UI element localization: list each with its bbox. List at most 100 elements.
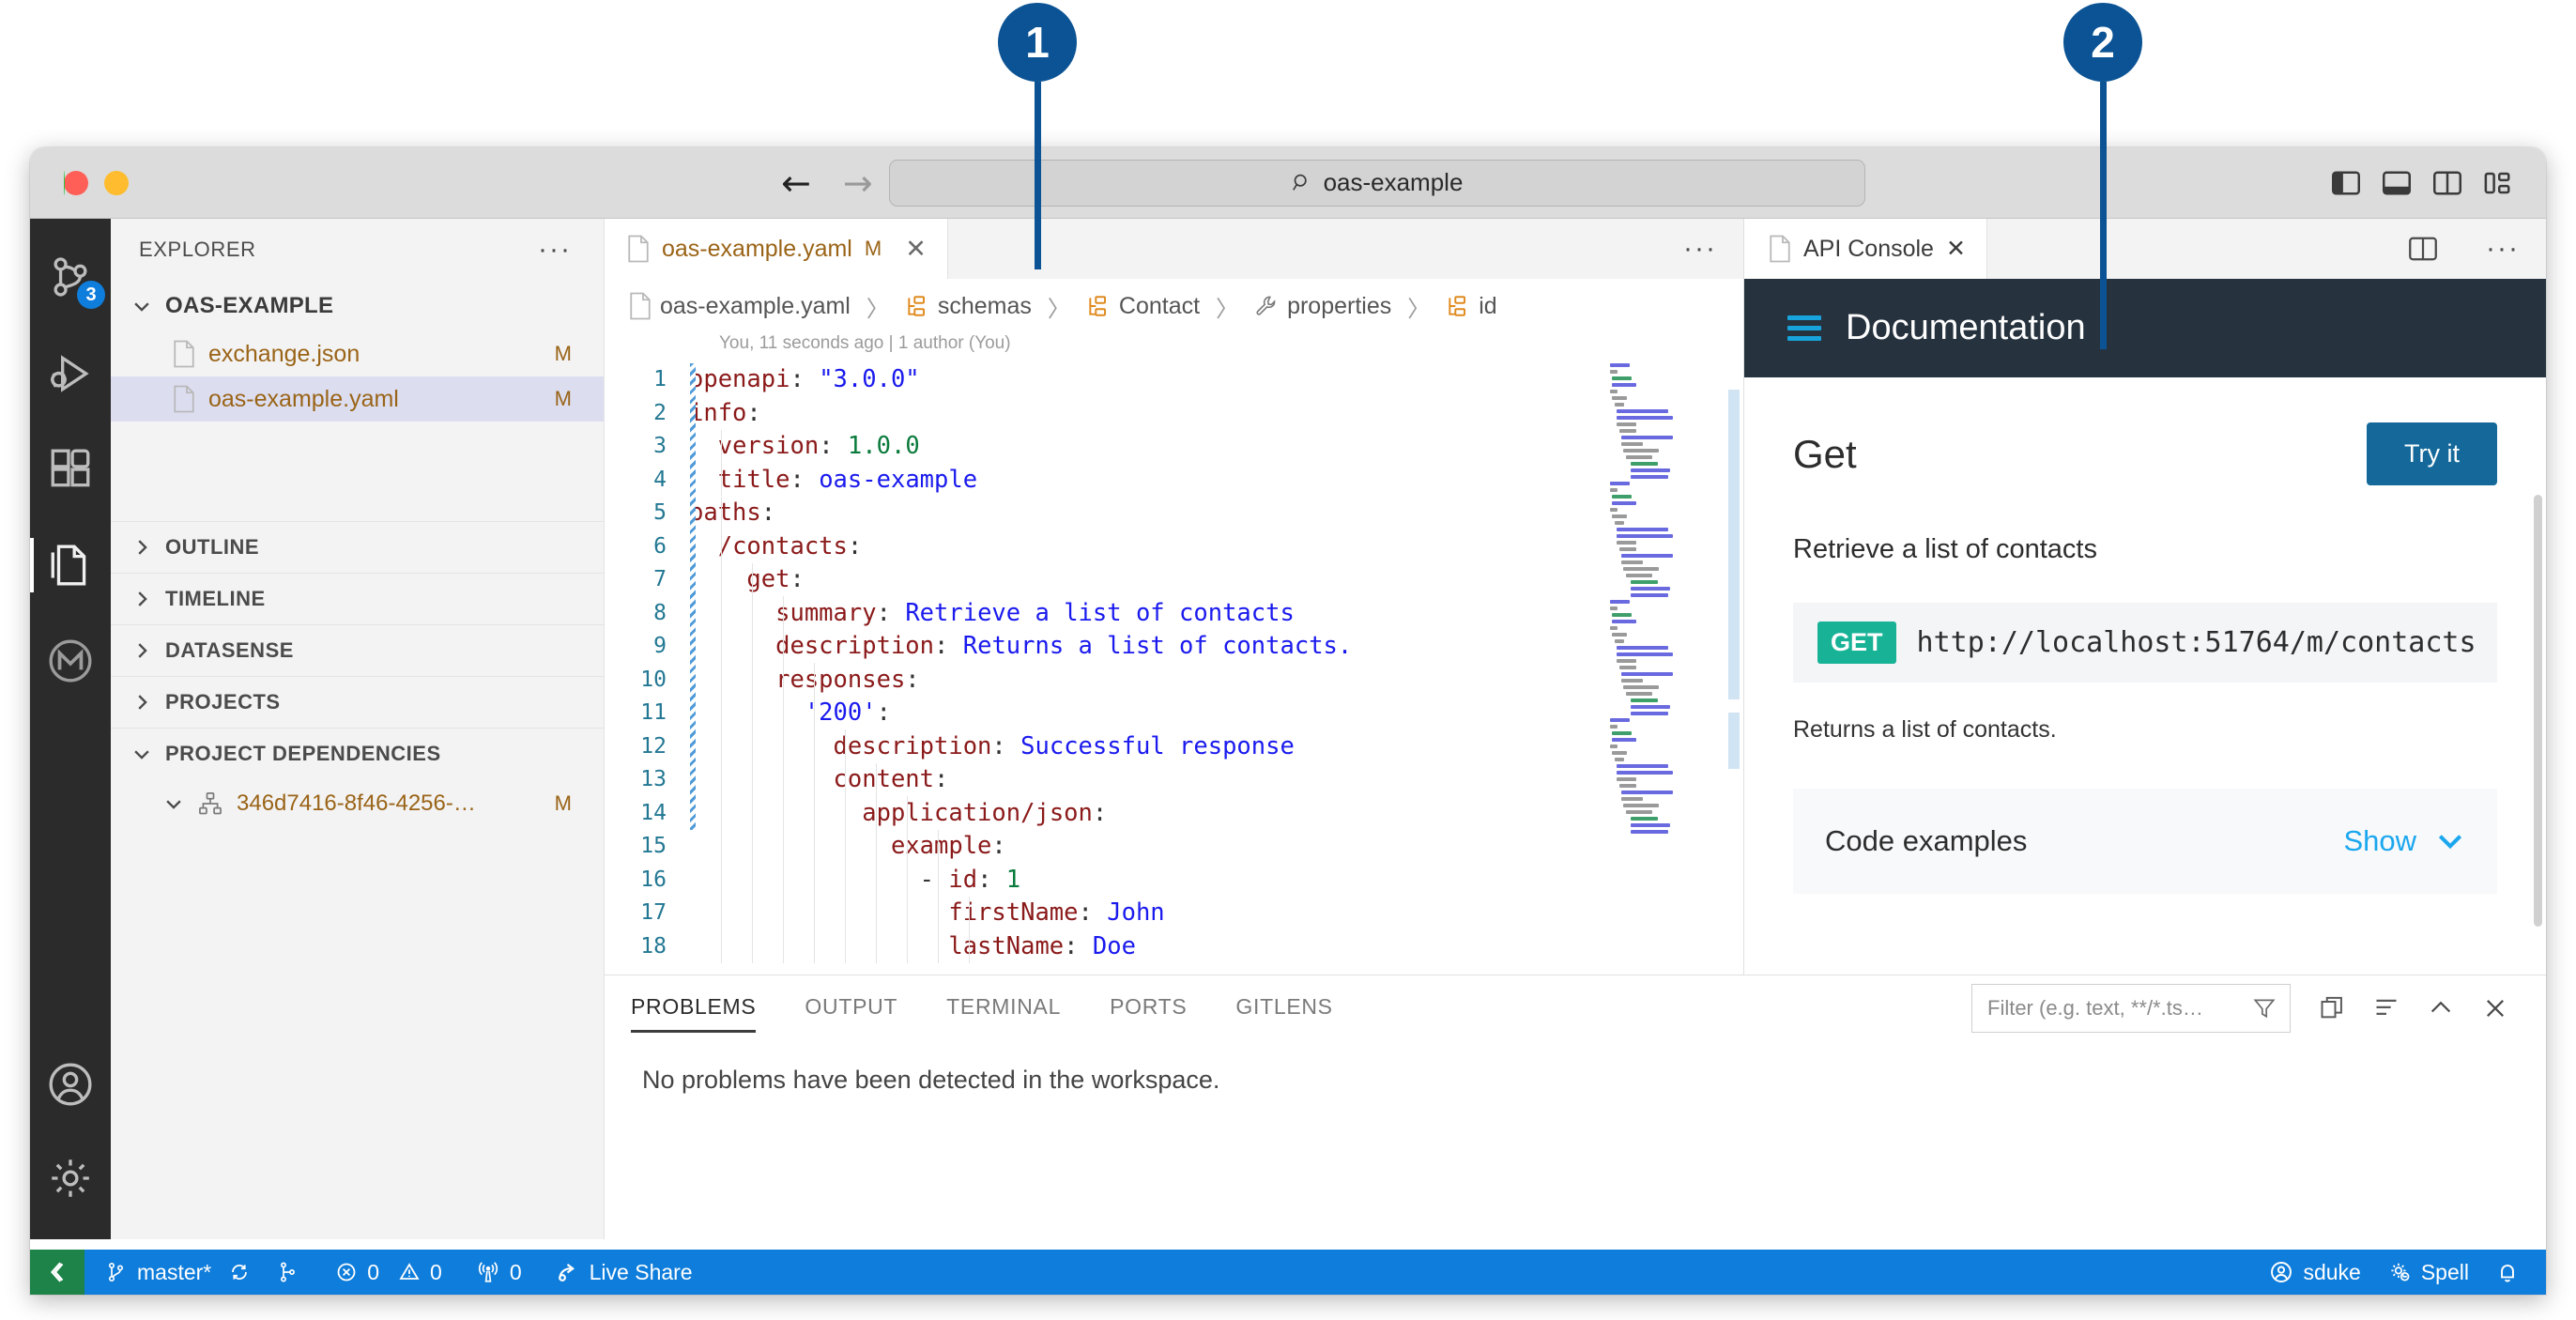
copy-icon[interactable] (2319, 995, 2345, 1021)
sidebar-section-label: TIMELINE (165, 587, 266, 610)
screenshot-root: 1 2 ← → oas-example 3 EXPLORER ··· OAS-E… (0, 0, 2576, 1320)
sidebar-section-projects[interactable]: PROJECTS (111, 676, 604, 728)
activity-bar-item-extensions[interactable] (47, 446, 94, 493)
explorer-files-icon (51, 545, 86, 586)
code-line-content: content: (689, 763, 949, 797)
activity-bar-item-source-control[interactable]: 3 (47, 254, 105, 309)
minimize-window-button[interactable] (104, 170, 129, 195)
status-notifications[interactable] (2482, 1250, 2533, 1295)
minimap-line (1630, 705, 1671, 709)
status-live-share[interactable]: Live Share (535, 1250, 706, 1295)
collapse-all-icon[interactable] (2373, 995, 2400, 1021)
toggle-panel-icon[interactable] (2383, 171, 2411, 195)
hamburger-menu-icon[interactable] (1787, 315, 1821, 341)
sidebar-section-datasense[interactable]: DATASENSE (111, 624, 604, 676)
minimap-line (1630, 830, 1668, 834)
tab-ports[interactable]: PORTS (1110, 985, 1187, 1033)
code-examples-toggle[interactable]: Show (2343, 824, 2465, 858)
try-it-button[interactable]: Try it (2367, 422, 2497, 485)
status-remote-window[interactable] (30, 1250, 84, 1295)
activity-bar-item-settings[interactable] (47, 1155, 94, 1202)
close-icon[interactable] (2482, 995, 2508, 1021)
problems-message: No problems have been detected in the wo… (642, 1066, 1220, 1094)
minimap-slider[interactable] (1728, 390, 1740, 699)
toggle-primary-sidebar-icon[interactable] (2332, 171, 2360, 195)
api-console-more-actions[interactable]: ··· (2486, 235, 2520, 263)
problems-filter-input[interactable]: Filter (e.g. text, **/*.ts… (1971, 984, 2291, 1033)
status-account[interactable]: sduke (2256, 1250, 2373, 1295)
explorer-file-exchange-json[interactable]: exchange.json M (111, 331, 604, 376)
status-bar: master* 0 0 0 Live Share sduke Spell (30, 1250, 2546, 1295)
status-branch[interactable]: master* (84, 1250, 264, 1295)
customize-layout-icon[interactable] (2484, 171, 2512, 195)
explorer-more-actions[interactable]: ··· (538, 236, 572, 264)
status-spell[interactable]: Spell (2374, 1250, 2482, 1295)
activity-bar-item-explorer[interactable] (30, 538, 94, 592)
line-number: 5 (653, 500, 667, 525)
minimap-line (1617, 777, 1636, 781)
tab-terminal[interactable]: TERMINAL (946, 985, 1061, 1033)
close-icon[interactable]: ✕ (1946, 235, 1966, 263)
close-icon[interactable]: ✕ (905, 235, 927, 264)
sidebar-section-label: OUTLINE (165, 535, 260, 559)
minimap-line (1617, 409, 1668, 413)
activity-bar-item-accounts[interactable] (47, 1061, 94, 1108)
breadcrumb-item-contact[interactable]: Contact (1086, 293, 1200, 320)
api-console-content: Get Try it Retrieve a list of contacts G… (1744, 377, 2546, 894)
tab-problems[interactable]: PROBLEMS (631, 985, 757, 1033)
status-problems[interactable]: 0 0 (313, 1250, 455, 1295)
filter-placeholder: Filter (e.g. text, **/*.ts… (1987, 996, 2203, 1020)
sidebar-section-outline[interactable]: OUTLINE (111, 521, 604, 573)
code-token: : (876, 698, 891, 727)
tab-oas-example-yaml[interactable]: oas-example.yaml M ✕ (605, 219, 948, 279)
tab-gitlens[interactable]: GITLENS (1235, 985, 1332, 1033)
tab-output[interactable]: OUTPUT (805, 985, 897, 1033)
status-ports[interactable]: 0 (455, 1250, 535, 1295)
funnel-icon[interactable] (2252, 996, 2277, 1021)
code-token: : (934, 765, 949, 793)
code-editor[interactable]: 1 openapi: "3.0.0" 2 info: 3 version: 1.0.0 4… (605, 363, 1743, 975)
chevron-up-icon[interactable] (2428, 995, 2454, 1021)
code-line: 4 title: oas-example (605, 464, 1743, 498)
sidebar-section-timeline[interactable]: TIMELINE (111, 573, 604, 624)
explorer-file-label: exchange.json (208, 340, 360, 367)
minimap-line (1617, 528, 1668, 531)
api-console-scrollbar[interactable] (2534, 495, 2542, 927)
editor-group-api-console: API Console ✕ ··· Documentation Get Try … (1744, 219, 2546, 975)
minimap-line (1617, 771, 1673, 775)
editor-more-actions[interactable]: ··· (1683, 235, 1717, 263)
sidebar-section-project-dependencies[interactable]: PROJECT DEPENDENCIES (111, 728, 604, 779)
editor-minimap[interactable] (1610, 363, 1723, 834)
breadcrumb-item-file[interactable]: oas-example.yaml (629, 292, 851, 320)
http-method-badge: GET (1817, 622, 1896, 664)
minimap-line (1612, 514, 1627, 518)
code-line-content: openapi: "3.0.0" (689, 363, 920, 397)
code-examples-section[interactable]: Code examples Show (1793, 789, 2497, 894)
code-token: get (746, 565, 790, 593)
project-dependency-item[interactable]: 346d7416-8f46-4256-… M (111, 779, 604, 828)
breadcrumb-item-properties[interactable]: properties (1254, 293, 1391, 320)
explorer-root-folder[interactable]: OAS-EXAMPLE (111, 281, 604, 331)
minimap-line (1610, 482, 1630, 485)
close-window-button[interactable] (64, 170, 88, 195)
activity-bar-item-mulesoft[interactable] (47, 637, 94, 684)
activity-bar-item-run-and-debug[interactable] (47, 350, 94, 397)
arrow-right-icon[interactable]: → (843, 165, 873, 201)
code-token: - (689, 865, 949, 894)
status-ports-count: 0 (509, 1259, 522, 1284)
arrow-left-icon[interactable]: ← (781, 165, 811, 201)
tab-api-console[interactable]: API Console ✕ (1744, 219, 1987, 279)
line-number: 15 (640, 834, 667, 858)
toggle-secondary-sidebar-icon[interactable] (2433, 171, 2461, 195)
editor-scrollbar[interactable] (1728, 713, 1740, 769)
explorer-file-oas-example-yaml[interactable]: oas-example.yaml M (111, 376, 604, 422)
split-editor-icon[interactable] (2409, 237, 2437, 261)
maximize-window-button[interactable] (64, 170, 65, 195)
breadcrumb-item-id[interactable]: id (1446, 293, 1497, 320)
code-token: John (1107, 898, 1165, 927)
line-number: 14 (640, 800, 667, 825)
minimap-line (1617, 652, 1673, 656)
breadcrumb-item-schemas[interactable]: schemas (905, 293, 1032, 320)
status-git-fork[interactable] (264, 1250, 313, 1295)
